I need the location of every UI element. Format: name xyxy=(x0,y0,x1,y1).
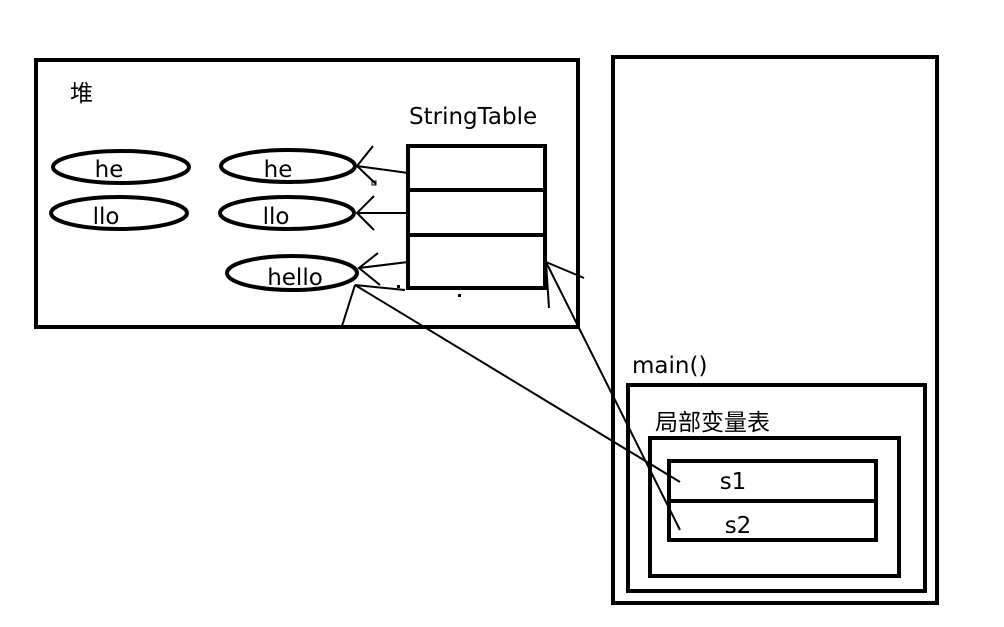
ref-arrow-table-to-llo xyxy=(355,195,408,231)
heap-object-hello: hello xyxy=(225,254,359,292)
ref-arrow-table-to-hello xyxy=(357,252,409,286)
svg-text:s2: s2 xyxy=(725,513,752,539)
heap-object-he-1: he xyxy=(51,149,191,185)
heap-object-llo-1: llo xyxy=(49,195,189,231)
svg-text:he: he xyxy=(264,157,293,183)
string-table-title: StringTable xyxy=(409,104,537,130)
heap-object-he-2: he xyxy=(219,148,357,184)
local-slot-s2: s2 xyxy=(667,499,878,542)
svg-text:s1: s1 xyxy=(720,469,747,495)
local-slot-s1: s1 xyxy=(667,459,878,503)
heap-title: 堆 xyxy=(70,81,93,107)
stray-dot xyxy=(397,285,400,288)
stray-dot xyxy=(458,294,461,297)
svg-text:llo: llo xyxy=(263,204,290,230)
svg-text:hello: hello xyxy=(267,265,323,291)
local-variable-table-box xyxy=(648,436,901,578)
string-table-box xyxy=(406,144,547,290)
jvm-memory-diagram: 堆 he llo he llo hello StringTable main()… xyxy=(34,55,939,605)
stack-box xyxy=(611,55,939,605)
locals-title: 局部变量表 xyxy=(655,410,770,436)
ref-arrow-table-to-he xyxy=(355,145,409,185)
frame-title: main() xyxy=(632,353,707,379)
svg-text:he: he xyxy=(95,157,124,183)
svg-text:llo: llo xyxy=(93,204,120,230)
heap-object-llo-2: llo xyxy=(218,195,356,231)
